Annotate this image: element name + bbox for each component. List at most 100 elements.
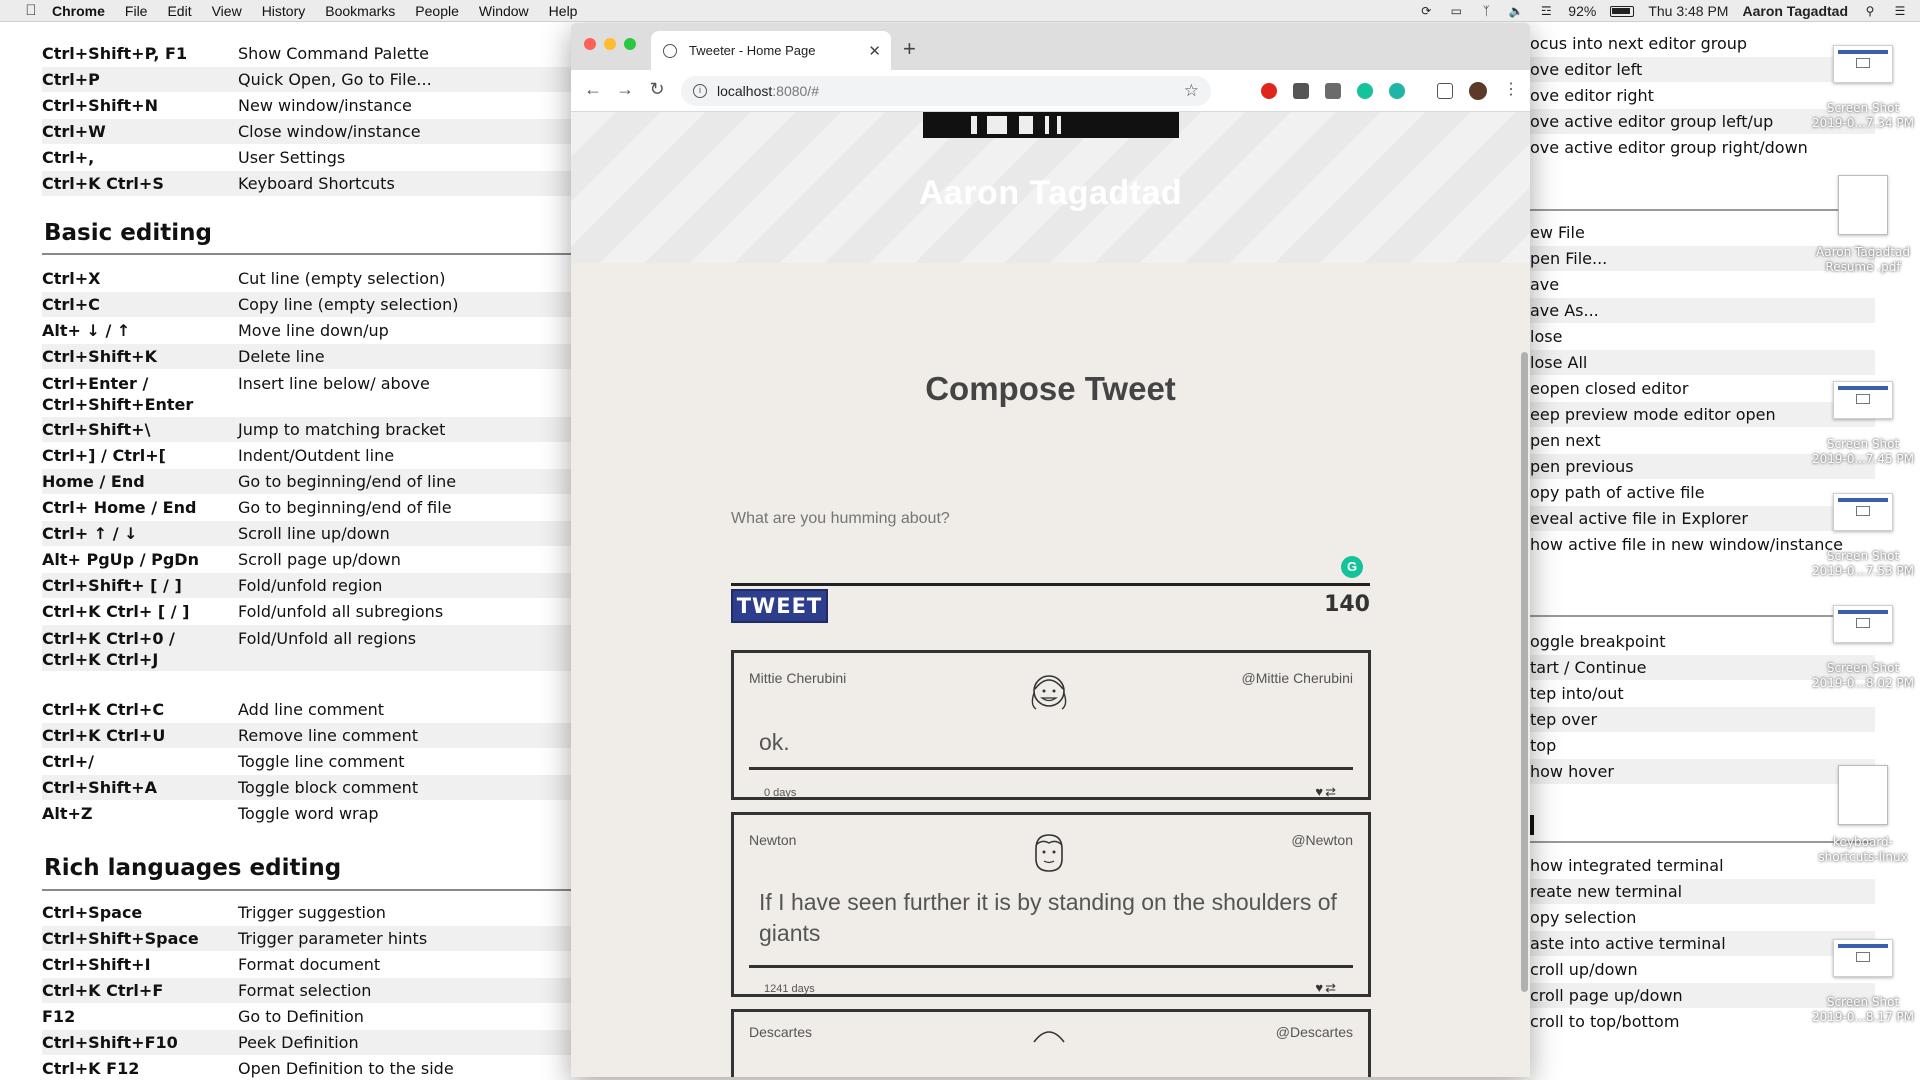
tab-close-icon[interactable]: ✕ (868, 42, 881, 60)
shortcut-desc: Open Definition to the side (238, 1059, 454, 1078)
user-name[interactable]: Aaron Tagadtad (1742, 3, 1848, 19)
desktop-file-label[interactable]: Screen Shot 2019-0...7.53 PM (1808, 549, 1918, 579)
bookmark-star-icon[interactable]: ☆ (1184, 81, 1199, 101)
desktop-file-label[interactable]: keyboard-shortcuts-linux (1808, 835, 1918, 865)
shortcut-row: Ctrl+X Cut line (empty selection) (42, 266, 575, 291)
menu-edit[interactable]: Edit (157, 3, 201, 19)
desktop-file-icon[interactable] (1833, 493, 1893, 531)
retweet-icon[interactable]: ⇄ (1325, 980, 1336, 996)
new-tab-button[interactable]: + (903, 36, 916, 62)
notification-center-icon[interactable]: ☰ (1892, 4, 1908, 18)
menu-people[interactable]: People (405, 3, 469, 19)
grammarly-icon[interactable]: G (1341, 556, 1363, 578)
desktop-file-label[interactable]: Screen Shot 2019-0...7.45 PM (1808, 437, 1918, 467)
shortcut-key: Ctrl+K Ctrl+C (42, 700, 165, 719)
shortcut-key: Ctrl+K Ctrl+ [ / ] (42, 602, 190, 621)
chrome-menu-icon[interactable]: ⋮ (1501, 79, 1521, 99)
desktop-file-icon[interactable] (1833, 605, 1893, 643)
shortcut-desc-partial: reate new terminal (1530, 879, 1875, 904)
desktop-file-icon[interactable] (1833, 45, 1893, 83)
shortcut-row: Ctrl+K Ctrl+F Format selection (42, 978, 575, 1003)
shortcut-desc: Toggle block comment (238, 778, 419, 797)
window-zoom-button[interactable] (624, 38, 636, 50)
desktop-file-label[interactable]: Screen Shot 2019-0...8.02 PM (1808, 661, 1918, 691)
character-counter: 140 (1324, 592, 1370, 617)
desktop-doc-icon[interactable] (1838, 765, 1888, 825)
shortcut-desc-partial: aste into active terminal (1530, 931, 1875, 956)
cast-icon[interactable] (1437, 83, 1453, 99)
profile-avatar[interactable] (1469, 82, 1487, 100)
menu-file[interactable]: File (115, 3, 158, 19)
retweet-icon[interactable]: ⇄ (1325, 784, 1336, 800)
forward-button[interactable]: → (615, 79, 635, 100)
bluetooth-icon[interactable]: ᛉ (1478, 4, 1494, 18)
desktop-pdf-icon[interactable] (1838, 175, 1888, 235)
shortcut-key: Home / End (42, 472, 145, 491)
window-close-button[interactable] (584, 38, 596, 50)
shortcut-key: Ctrl+ ↑ / ↓ (42, 524, 138, 543)
shortcut-key: Ctrl+Shift+F10 (42, 1033, 178, 1052)
reload-button[interactable]: ↻ (647, 79, 667, 100)
menu-window[interactable]: Window (469, 3, 539, 19)
shortcut-desc-partial: ocus into next editor group (1530, 34, 1748, 53)
battery-percent[interactable]: 92% (1568, 3, 1596, 19)
extension-icon[interactable] (1389, 83, 1405, 99)
shortcut-desc-partial: oggle breakpoint (1530, 632, 1666, 651)
menu-help[interactable]: Help (539, 3, 588, 19)
mac-menu-bar:  Chrome File Edit View History Bookmark… (0, 0, 1920, 22)
shortcut-desc-partial: ove editor left (1530, 57, 1875, 82)
shortcut-key: Ctrl+Shift+A (42, 778, 157, 797)
section-title-rich-languages: Rich languages editing (44, 855, 342, 881)
shortcut-desc: Fold/Unfold all regions (238, 629, 417, 648)
window-minimize-button[interactable] (604, 38, 616, 50)
address-bar[interactable]: i localhost:8080/# ☆ (681, 76, 1211, 106)
shortcut-key: F12 (42, 1007, 76, 1026)
wifi-icon[interactable]: ☲ (1538, 4, 1554, 18)
back-button[interactable]: ← (583, 79, 603, 100)
spotlight-search-icon[interactable]: ⚲ (1862, 4, 1878, 18)
tweet-author-name: Descartes (749, 1024, 813, 1040)
tweet-age: 1241 days (764, 983, 815, 995)
apple-icon[interactable]:  (20, 0, 42, 22)
shortcut-row: Alt+ PgUp / PgDn Scroll page up/down (42, 547, 575, 572)
airplay-icon[interactable]: ▭ (1448, 4, 1464, 18)
shortcut-row: Ctrl+Shift+ [ / ] Fold/unfold region (42, 573, 575, 598)
site-info-icon[interactable]: i (693, 84, 707, 98)
adblock-extension-icon[interactable] (1261, 83, 1277, 99)
menu-history[interactable]: History (252, 3, 316, 19)
shortcut-desc: Show Command Palette (238, 44, 429, 63)
tweet-textarea[interactable] (731, 504, 1211, 534)
desktop-file-icon[interactable] (1833, 939, 1893, 977)
tweet-text: ok. (759, 729, 790, 755)
shortcut-desc: Format selection (238, 981, 372, 1000)
desktop-file-label[interactable]: Screen Shot 2019-0...7.34 PM (1808, 101, 1918, 131)
url-host: localhost (717, 83, 773, 99)
shortcut-row: Ctrl+Shift+N New window/instance (42, 93, 575, 118)
shortcut-desc: Go to Definition (238, 1007, 364, 1026)
shortcut-desc-partial: opy path of active file (1530, 483, 1705, 502)
extension-icon[interactable] (1325, 83, 1341, 99)
shortcut-row: Alt+ ↓ / ↑ Move line down/up (42, 318, 575, 343)
shortcut-desc: Go to beginning/end of line (238, 472, 457, 491)
volume-icon[interactable]: 🔈 (1508, 4, 1524, 18)
heart-icon[interactable]: ♥ (1315, 980, 1323, 996)
shortcuts-document-right: ocus into next editor group ove editor l… (1530, 23, 1920, 1080)
menu-view[interactable]: View (202, 3, 252, 19)
desktop-file-icon[interactable] (1833, 381, 1893, 419)
menu-app-chrome[interactable]: Chrome (42, 3, 115, 19)
desktop-file-label[interactable]: Aaron Tagadtad Resume .pdf (1808, 245, 1918, 275)
tweet-button[interactable]: TWEET (731, 589, 828, 623)
avatar-icon (1035, 834, 1063, 872)
battery-icon[interactable] (1610, 5, 1635, 17)
avatar-icon (1031, 675, 1067, 710)
extension-icon[interactable] (1293, 83, 1309, 99)
desktop-file-label[interactable]: Screen Shot 2019-0...8.17 PM (1808, 995, 1918, 1025)
page-scrollbar[interactable] (1521, 352, 1528, 992)
browser-tab[interactable]: Tweeter - Home Page ✕ (651, 31, 891, 70)
compose-underline (731, 583, 1370, 586)
heart-icon[interactable]: ♥ (1315, 784, 1323, 800)
clock[interactable]: Thu 3:48 PM (1648, 3, 1728, 19)
grammarly-extension-icon[interactable] (1357, 83, 1373, 99)
sync-icon[interactable]: ⟳ (1418, 4, 1434, 18)
menu-bookmarks[interactable]: Bookmarks (315, 3, 405, 19)
